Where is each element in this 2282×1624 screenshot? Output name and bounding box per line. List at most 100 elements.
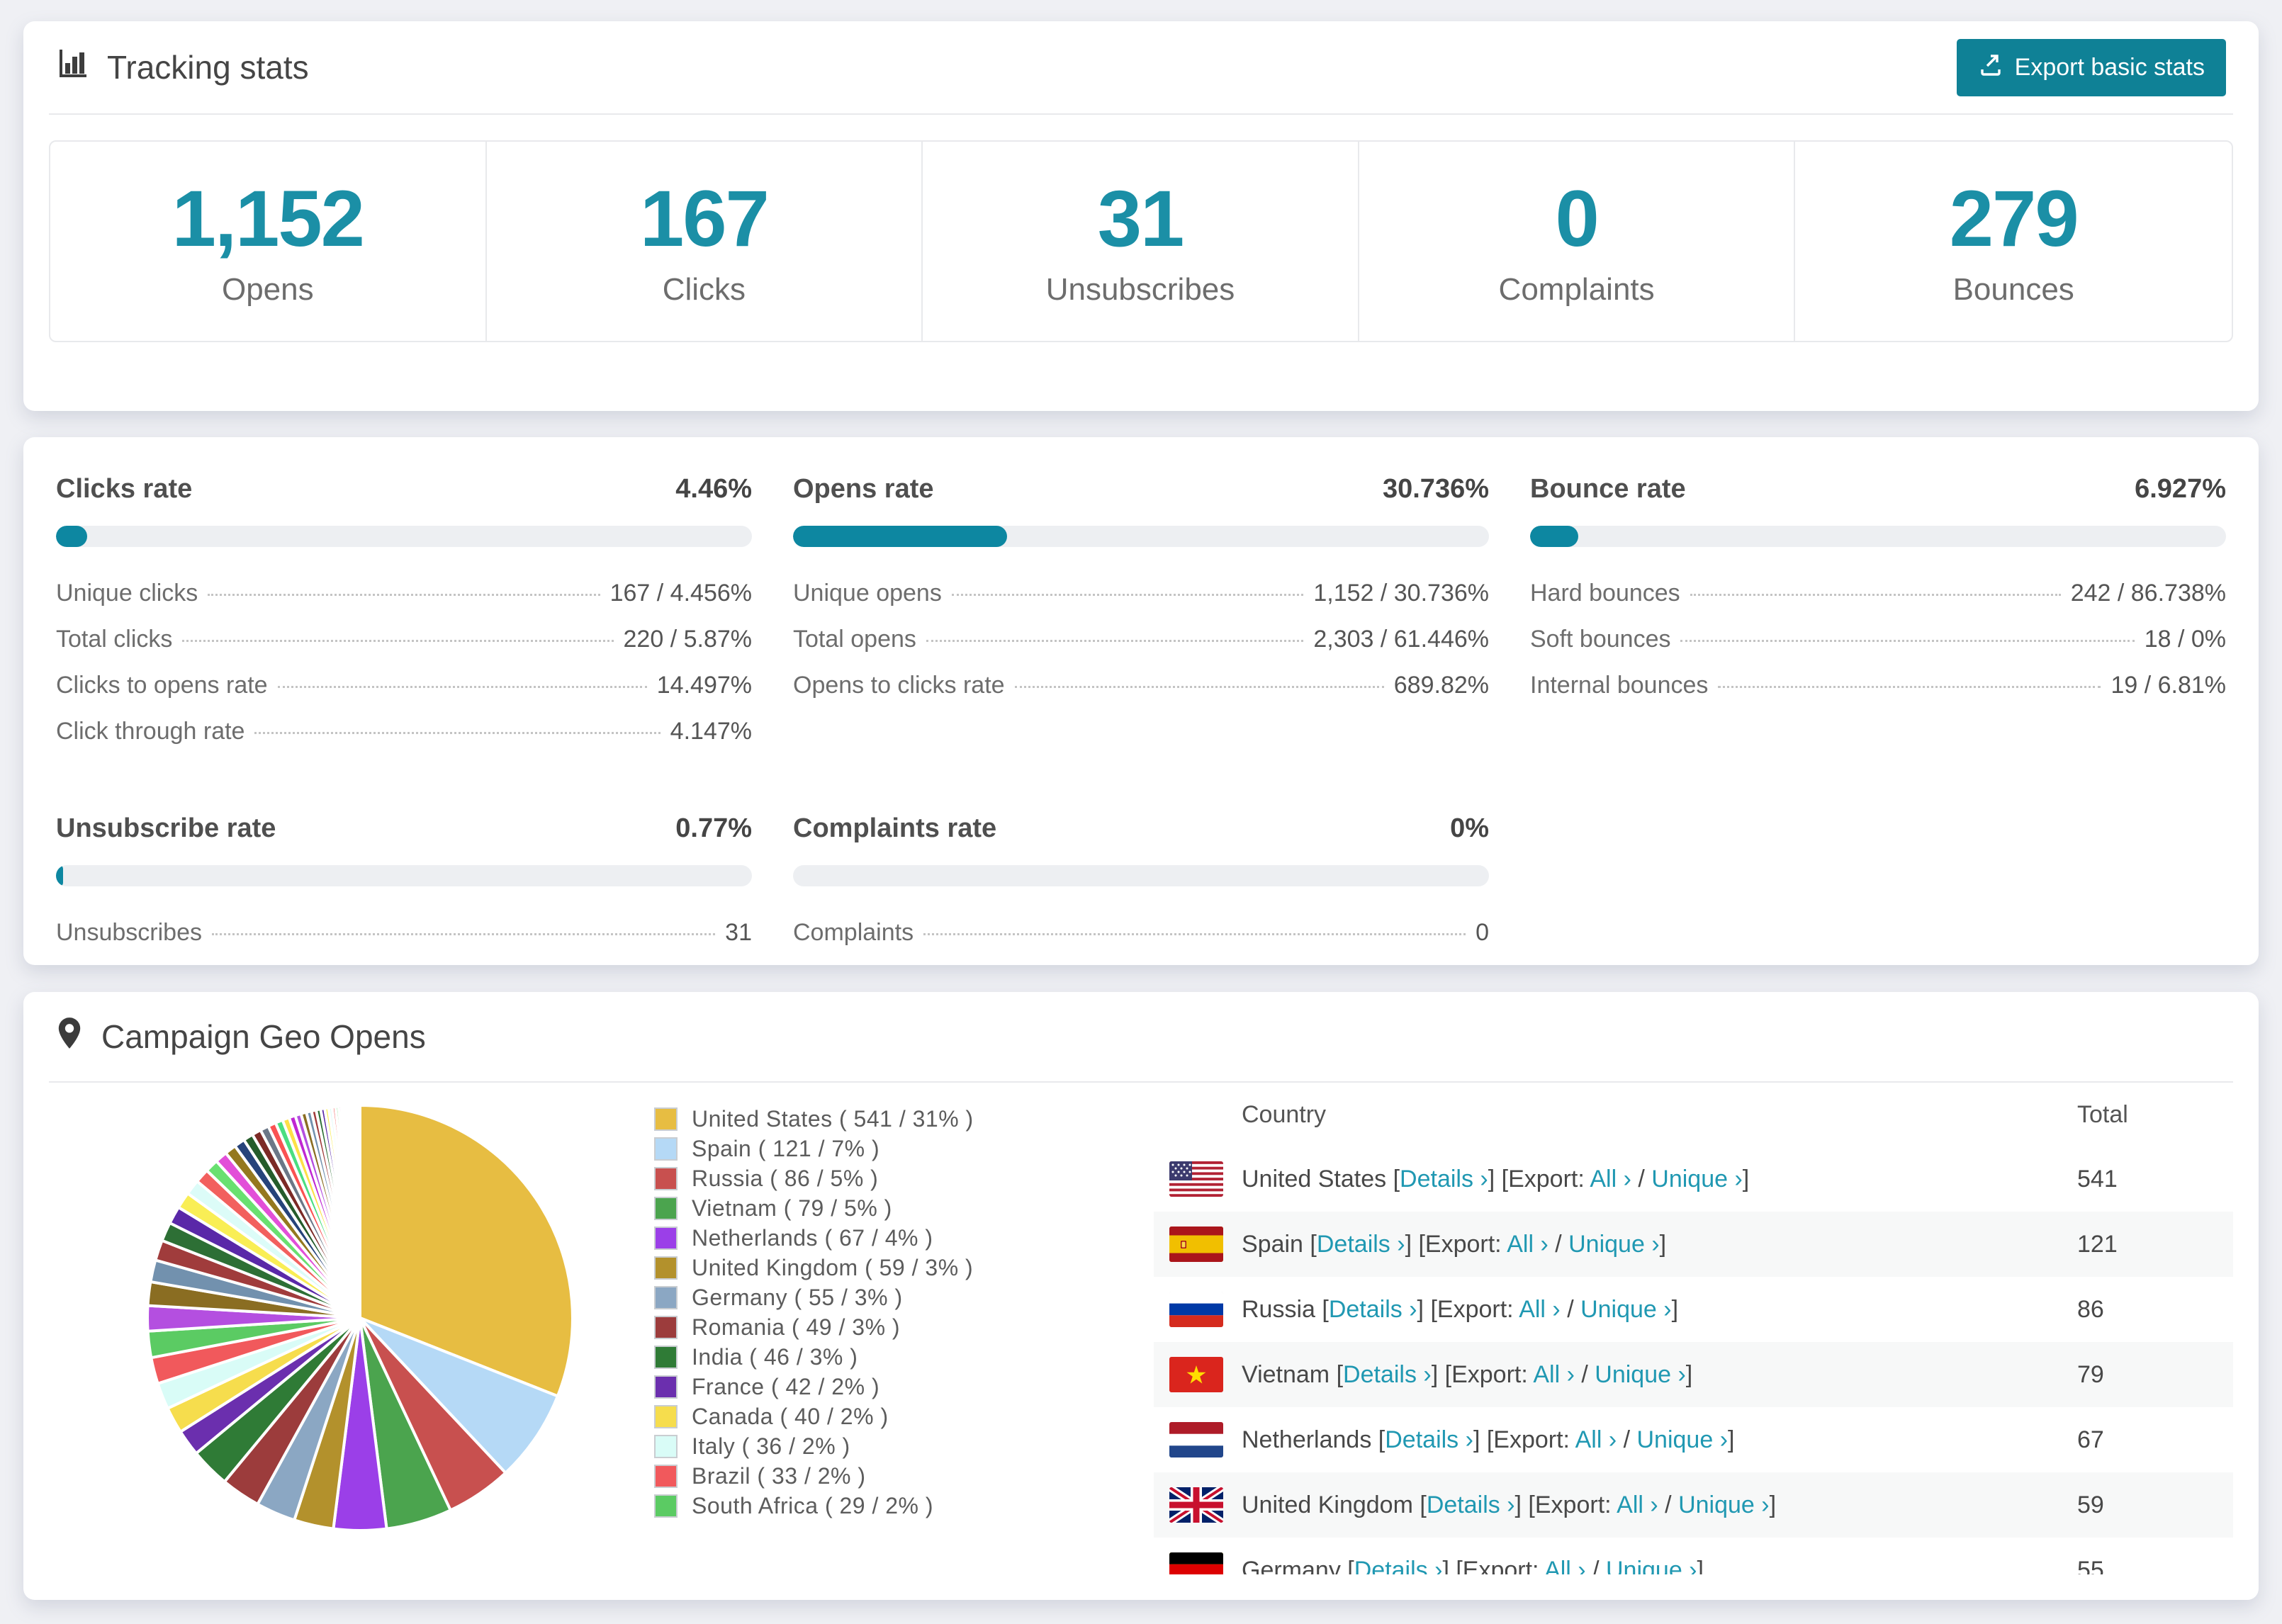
rate-detail-value: 19 / 6.81% bbox=[2110, 672, 2226, 699]
legend-label: Canada ( 40 / 2% ) bbox=[692, 1403, 889, 1429]
export-all-link[interactable]: All › bbox=[1590, 1166, 1631, 1192]
rate-title: Complaints rate bbox=[793, 813, 997, 843]
details-link[interactable]: Details › bbox=[1343, 1361, 1432, 1388]
stat-cell-unsubscribes: 31 Unsubscribes bbox=[923, 142, 1359, 341]
details-link[interactable]: Details › bbox=[1354, 1557, 1443, 1575]
legend-item-united-kingdom: United Kingdom ( 59 / 3% ) bbox=[654, 1253, 1154, 1282]
export-unique-link[interactable]: Unique › bbox=[1651, 1166, 1743, 1192]
ru-flag-icon bbox=[1169, 1292, 1223, 1327]
rate-block-opens-rate: Opens rate 30.736% Unique opens 1,152 / … bbox=[793, 474, 1489, 764]
details-link[interactable]: Details › bbox=[1329, 1296, 1417, 1323]
column-header-country: Country bbox=[1242, 1100, 1327, 1128]
rate-progress-fill bbox=[56, 865, 63, 886]
map-pin-icon bbox=[56, 1016, 83, 1058]
rate-detail-value: 220 / 5.87% bbox=[623, 626, 752, 653]
legend-item-france: France ( 42 / 2% ) bbox=[654, 1372, 1154, 1402]
rate-detail-label: Total clicks bbox=[56, 626, 173, 653]
page: Tracking stats Export basic stats 1,152 … bbox=[0, 0, 2282, 1600]
dotted-leader bbox=[926, 640, 1304, 642]
rate-value: 6.927% bbox=[2135, 474, 2226, 504]
column-header-total: Total bbox=[2077, 1100, 2128, 1128]
country-name: Vietnam bbox=[1242, 1360, 1330, 1388]
export-icon bbox=[1978, 52, 2003, 84]
export-unique-link[interactable]: Unique › bbox=[1637, 1426, 1729, 1453]
rates-card: Clicks rate 4.46% Unique clicks 167 / 4.… bbox=[23, 437, 2259, 965]
legend-label: South Africa ( 29 / 2% ) bbox=[692, 1492, 934, 1518]
country-cell: United Kingdom [Details ›] [Export: All … bbox=[1242, 1491, 1777, 1518]
rate-title: Opens rate bbox=[793, 474, 934, 504]
total-cell: 121 bbox=[2077, 1230, 2118, 1258]
rate-detail-row: Opens to clicks rate 689.82% bbox=[793, 672, 1489, 699]
rate-detail-label: Unique opens bbox=[793, 580, 942, 607]
geo-content: United States ( 541 / 31% ) Spain ( 121 … bbox=[49, 1083, 2233, 1574]
legend-label: Romania ( 49 / 3% ) bbox=[692, 1314, 901, 1340]
export-prefix: Export: bbox=[1493, 1426, 1570, 1453]
export-basic-stats-button[interactable]: Export basic stats bbox=[1956, 38, 2226, 96]
us-flag-icon bbox=[1169, 1161, 1223, 1197]
country-cell: Vietnam [Details ›] [Export: All › / Uni… bbox=[1242, 1360, 1693, 1388]
export-all-link[interactable]: All › bbox=[1544, 1557, 1586, 1575]
rate-progress-fill bbox=[1530, 526, 1579, 547]
legend-swatch bbox=[654, 1464, 678, 1488]
legend-swatch bbox=[654, 1226, 678, 1250]
export-unique-link[interactable]: Unique › bbox=[1595, 1361, 1686, 1388]
rate-value: 0.77% bbox=[675, 813, 752, 843]
rate-block-bounce-rate: Bounce rate 6.927% Hard bounces 242 / 86… bbox=[1530, 474, 2226, 764]
rates-grid: Clicks rate 4.46% Unique clicks 167 / 4.… bbox=[56, 474, 2226, 965]
rate-detail-row: Unique opens 1,152 / 30.736% bbox=[793, 580, 1489, 607]
export-all-link[interactable]: All › bbox=[1533, 1361, 1575, 1388]
rate-value: 30.736% bbox=[1382, 474, 1489, 504]
export-unique-link[interactable]: Unique › bbox=[1678, 1492, 1770, 1518]
country-name: Russia bbox=[1242, 1295, 1315, 1323]
rate-progress-fill bbox=[56, 526, 87, 547]
legend-swatch bbox=[654, 1256, 678, 1280]
rate-detail-row: Unique clicks 167 / 4.456% bbox=[56, 580, 752, 607]
dotted-leader bbox=[1690, 594, 2061, 596]
country-name: Spain bbox=[1242, 1230, 1303, 1258]
legend-swatch bbox=[654, 1285, 678, 1309]
export-unique-link[interactable]: Unique › bbox=[1606, 1557, 1697, 1575]
legend-label: Brazil ( 33 / 2% ) bbox=[692, 1462, 866, 1489]
details-link[interactable]: Details › bbox=[1385, 1426, 1473, 1453]
rate-detail-value: 18 / 0% bbox=[2144, 626, 2226, 653]
legend-swatch bbox=[654, 1404, 678, 1428]
rate-block-clicks-rate: Clicks rate 4.46% Unique clicks 167 / 4.… bbox=[56, 474, 752, 764]
export-all-link[interactable]: All › bbox=[1617, 1492, 1658, 1518]
export-all-link[interactable]: All › bbox=[1507, 1231, 1548, 1258]
export-prefix: Export: bbox=[1534, 1491, 1612, 1518]
rate-detail-row: Total clicks 220 / 5.87% bbox=[56, 626, 752, 653]
export-unique-link[interactable]: Unique › bbox=[1580, 1296, 1672, 1323]
rate-detail-row: Complaints 0 bbox=[793, 919, 1489, 947]
dotted-leader bbox=[1680, 640, 2135, 642]
details-link[interactable]: Details › bbox=[1427, 1492, 1515, 1518]
country-name: United States bbox=[1242, 1165, 1387, 1192]
details-link[interactable]: Details › bbox=[1400, 1166, 1488, 1192]
dotted-leader bbox=[208, 594, 600, 596]
stat-label: Bounces bbox=[1952, 271, 2074, 307]
geo-pie-chart bbox=[49, 1083, 580, 1541]
rate-progress-track bbox=[1530, 526, 2226, 547]
export-unique-link[interactable]: Unique › bbox=[1568, 1231, 1660, 1258]
export-all-link[interactable]: All › bbox=[1575, 1426, 1617, 1453]
rate-detail-row: Hard bounces 242 / 86.738% bbox=[1530, 580, 2226, 607]
legend-label: Germany ( 55 / 3% ) bbox=[692, 1284, 903, 1310]
rate-detail-label: Internal bounces bbox=[1530, 672, 1709, 699]
export-all-link[interactable]: All › bbox=[1519, 1296, 1561, 1323]
details-link[interactable]: Details › bbox=[1317, 1231, 1405, 1258]
rate-detail-label: Soft bounces bbox=[1530, 626, 1671, 653]
dotted-leader bbox=[211, 933, 716, 935]
rate-detail-label: Hard bounces bbox=[1530, 580, 1680, 607]
rate-detail-label: Unique clicks bbox=[56, 580, 198, 607]
export-prefix: Export: bbox=[1451, 1360, 1528, 1388]
legend-label: Italy ( 36 / 2% ) bbox=[692, 1433, 850, 1459]
rate-detail-row: Click through rate 4.147% bbox=[56, 718, 752, 745]
legend-swatch bbox=[654, 1375, 678, 1399]
stat-cell-clicks: 167 Clicks bbox=[487, 142, 923, 341]
de-flag-icon bbox=[1169, 1552, 1223, 1574]
total-cell: 86 bbox=[2077, 1295, 2104, 1323]
dotted-leader bbox=[277, 686, 647, 688]
total-cell: 67 bbox=[2077, 1426, 2104, 1453]
country-name: Germany bbox=[1242, 1556, 1341, 1575]
rate-block-unsubscribe-rate: Unsubscribe rate 0.77% Unsubscribes 31 bbox=[56, 813, 752, 965]
dotted-leader bbox=[923, 933, 1466, 935]
